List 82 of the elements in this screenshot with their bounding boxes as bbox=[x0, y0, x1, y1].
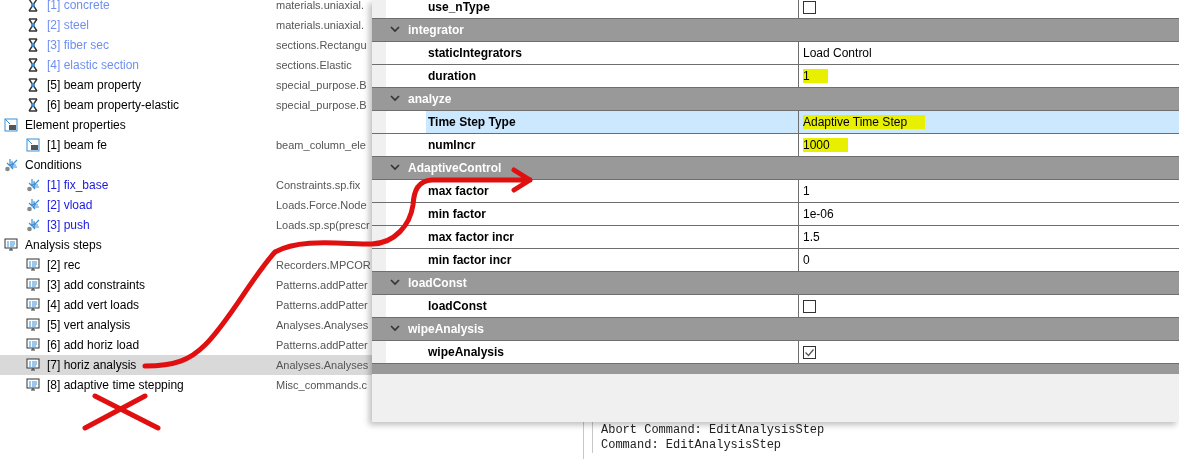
item-label: [2] steel bbox=[47, 18, 90, 32]
item-label: Conditions bbox=[25, 158, 82, 172]
property-name[interactable]: min factor incr bbox=[386, 249, 798, 271]
hourglass-icon bbox=[26, 18, 40, 32]
property-name[interactable]: numIncr bbox=[386, 134, 798, 156]
console-line: Command: EditAnalysisStep bbox=[601, 438, 783, 453]
property-name[interactable]: max factor bbox=[386, 180, 798, 202]
item-type: Constraints.sp.fix bbox=[276, 179, 361, 191]
item-type: Loads.sp.sp(prescr bbox=[276, 219, 370, 231]
hourglass-icon bbox=[26, 58, 40, 72]
property-name[interactable]: loadConst bbox=[386, 295, 798, 317]
item-type: Misc_commands.c bbox=[276, 379, 368, 391]
property-value[interactable]: 1e-06 bbox=[803, 207, 834, 221]
property-name[interactable]: use_nType bbox=[386, 0, 798, 18]
item-type: materials.uniaxial. bbox=[276, 19, 365, 31]
hourglass-icon bbox=[26, 78, 40, 92]
item-type: Patterns.addPatter bbox=[276, 339, 368, 351]
load-arrows-icon bbox=[4, 158, 18, 172]
item-label: [2] rec bbox=[47, 258, 81, 272]
item-type: Analyses.Analyses bbox=[276, 359, 369, 371]
property-name[interactable]: wipeAnalysis bbox=[386, 341, 798, 363]
item-label: [1] concrete bbox=[47, 0, 110, 12]
item-label: [3] push bbox=[47, 218, 90, 232]
checkbox[interactable] bbox=[803, 0, 816, 14]
monitor-icon bbox=[26, 378, 40, 392]
console-line: Abort Command: EditAnalysisStep bbox=[601, 423, 826, 438]
checkbox[interactable] bbox=[803, 299, 816, 313]
item-type: special_purpose.B bbox=[276, 79, 367, 91]
item-label: [5] beam property bbox=[47, 78, 142, 92]
item-label: [6] beam property-elastic bbox=[47, 98, 180, 112]
item-type: materials.uniaxial. bbox=[276, 0, 365, 11]
fe-element-icon bbox=[26, 138, 40, 152]
item-label: [6] add horiz load bbox=[47, 338, 140, 352]
item-label: [3] add constraints bbox=[47, 278, 146, 292]
property-value[interactable]: Adaptive Time Step bbox=[803, 115, 926, 129]
tree-item[interactable]: [8] adaptive time stepping Misc_commands.c bbox=[0, 375, 583, 395]
property-name[interactable]: max factor incr bbox=[386, 226, 798, 248]
load-arrows-icon bbox=[26, 178, 40, 192]
monitor-icon bbox=[4, 238, 18, 252]
property-name[interactable]: Time Step Type bbox=[386, 111, 798, 133]
property-name[interactable]: staticIntegrators bbox=[386, 42, 798, 64]
monitor-icon bbox=[26, 278, 40, 292]
item-label: [1] fix_base bbox=[47, 178, 109, 192]
item-label: [4] add vert loads bbox=[47, 298, 140, 312]
load-arrows-icon bbox=[26, 218, 40, 232]
monitor-icon bbox=[26, 358, 40, 372]
monitor-icon bbox=[26, 258, 40, 272]
item-type: Loads.Force.Node bbox=[276, 199, 367, 211]
item-type: Patterns.addPatter bbox=[276, 279, 368, 291]
item-label: [5] vert analysis bbox=[47, 318, 131, 332]
checkbox[interactable] bbox=[803, 345, 816, 359]
property-name[interactable]: min factor bbox=[386, 203, 798, 225]
monitor-icon bbox=[26, 338, 40, 352]
property-value[interactable]: 1.5 bbox=[803, 230, 820, 244]
item-type: Analyses.Analyses bbox=[276, 319, 369, 331]
property-value[interactable]: 1 bbox=[803, 184, 810, 198]
item-type: sections.Rectangu bbox=[276, 39, 367, 51]
hourglass-icon bbox=[26, 98, 40, 112]
item-label: Analysis steps bbox=[25, 238, 102, 252]
item-label: [4] elastic section bbox=[47, 58, 140, 72]
item-label: Element properties bbox=[25, 118, 126, 132]
fe-element-icon bbox=[4, 118, 18, 132]
monitor-icon bbox=[26, 298, 40, 312]
property-name[interactable]: duration bbox=[386, 65, 798, 87]
property-value[interactable]: 1 bbox=[803, 69, 828, 83]
item-type: sections.Elastic bbox=[276, 59, 352, 71]
item-type: special_purpose.B bbox=[276, 99, 367, 111]
item-label: [8] adaptive time stepping bbox=[47, 378, 184, 392]
item-label: [7] horiz analysis bbox=[47, 358, 137, 372]
item-type: Patterns.addPatter bbox=[276, 299, 368, 311]
property-value[interactable]: 0 bbox=[803, 253, 810, 267]
item-label: [3] fiber sec bbox=[47, 38, 110, 52]
property-value[interactable]: Load Control bbox=[803, 46, 872, 60]
item-type: Recorders.MPCOR bbox=[276, 259, 371, 271]
property-value[interactable]: 1000 bbox=[803, 138, 848, 152]
item-label: [2] vload bbox=[47, 198, 93, 212]
item-label: [1] beam fe bbox=[47, 138, 108, 152]
monitor-icon bbox=[26, 318, 40, 332]
load-arrows-icon bbox=[26, 198, 40, 212]
hourglass-icon bbox=[26, 0, 40, 12]
hourglass-icon bbox=[26, 38, 40, 52]
item-type: beam_column_ele bbox=[276, 139, 366, 151]
